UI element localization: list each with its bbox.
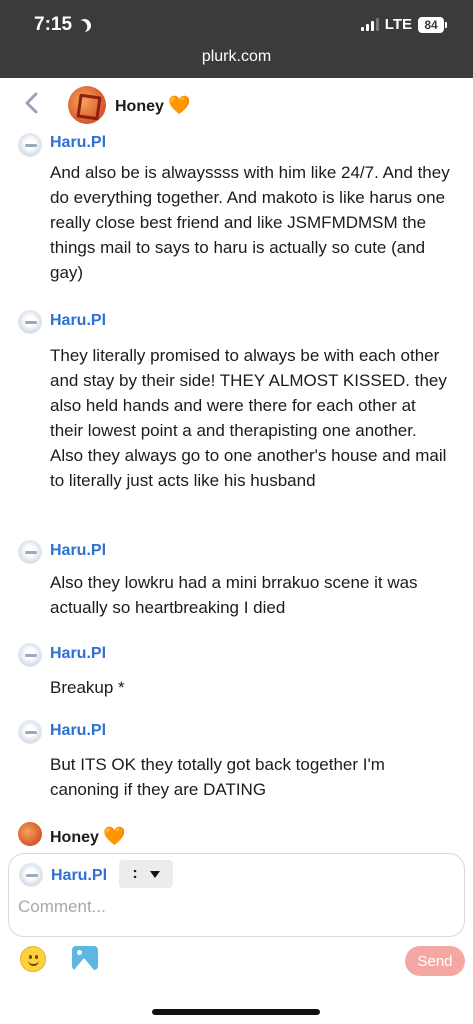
response-author[interactable]: Haru.Pl xyxy=(50,312,106,330)
response-text: They literally promised to always be wit… xyxy=(50,346,447,490)
url-bar[interactable]: plurk.com xyxy=(0,48,473,66)
response-author[interactable]: Haru.Pl xyxy=(50,542,106,560)
status-indicators: LTE 84 xyxy=(360,16,447,33)
moon-icon xyxy=(76,17,93,34)
avatar[interactable] xyxy=(18,643,42,667)
comment-input[interactable]: Comment... xyxy=(18,897,106,917)
response-author-label: Honey xyxy=(50,829,99,846)
response-item: Honey 🧡 xyxy=(0,820,473,852)
avatar xyxy=(19,863,43,887)
response-author[interactable]: Haru.Pl xyxy=(50,134,106,152)
response-author[interactable]: Honey 🧡 xyxy=(50,826,126,847)
response-author[interactable]: Haru.Pl xyxy=(50,645,106,663)
response-text: Breakup * xyxy=(50,678,125,697)
send-button[interactable]: Send xyxy=(405,946,465,976)
qualifier-value: : xyxy=(132,865,138,882)
smiley-icon[interactable] xyxy=(20,946,46,972)
image-icon[interactable] xyxy=(72,946,98,970)
avatar[interactable] xyxy=(18,720,42,744)
network-label: LTE xyxy=(384,16,412,33)
response-text: Also they lowkru had a mini brrakuo scen… xyxy=(50,573,418,617)
home-indicator[interactable] xyxy=(152,1009,320,1015)
response-text: But ITS OK they totally got back togethe… xyxy=(50,755,385,799)
response-text: And also be is alwayssss with him like 2… xyxy=(50,163,450,282)
plurk-header: Honey 🧡 xyxy=(0,78,473,130)
plurk-owner-name[interactable]: Honey 🧡 xyxy=(115,95,191,116)
chevron-down-icon xyxy=(149,870,160,878)
signal-icon xyxy=(360,18,379,31)
status-time: 7:15 xyxy=(34,14,91,36)
qualifier-dropdown[interactable]: : xyxy=(119,860,173,888)
status-time-label: 7:15 xyxy=(34,14,73,35)
avatar[interactable] xyxy=(18,822,42,846)
battery-level: 84 xyxy=(418,16,444,33)
response-author[interactable]: Haru.Pl xyxy=(50,722,106,740)
comment-composer: Haru.Pl : Comment... xyxy=(8,853,465,937)
chevron-left-icon[interactable] xyxy=(22,92,42,114)
heart-icon: 🧡 xyxy=(103,826,126,846)
avatar[interactable] xyxy=(18,133,42,157)
owner-name-label: Honey xyxy=(115,98,164,115)
browser-chrome: 7:15 LTE 84 plurk.com xyxy=(0,0,473,78)
avatar[interactable] xyxy=(68,86,106,124)
avatar[interactable] xyxy=(18,310,42,334)
battery-icon: 84 xyxy=(418,16,447,33)
avatar[interactable] xyxy=(18,540,42,564)
heart-icon: 🧡 xyxy=(168,95,191,115)
composer-author: Haru.Pl xyxy=(51,867,108,884)
